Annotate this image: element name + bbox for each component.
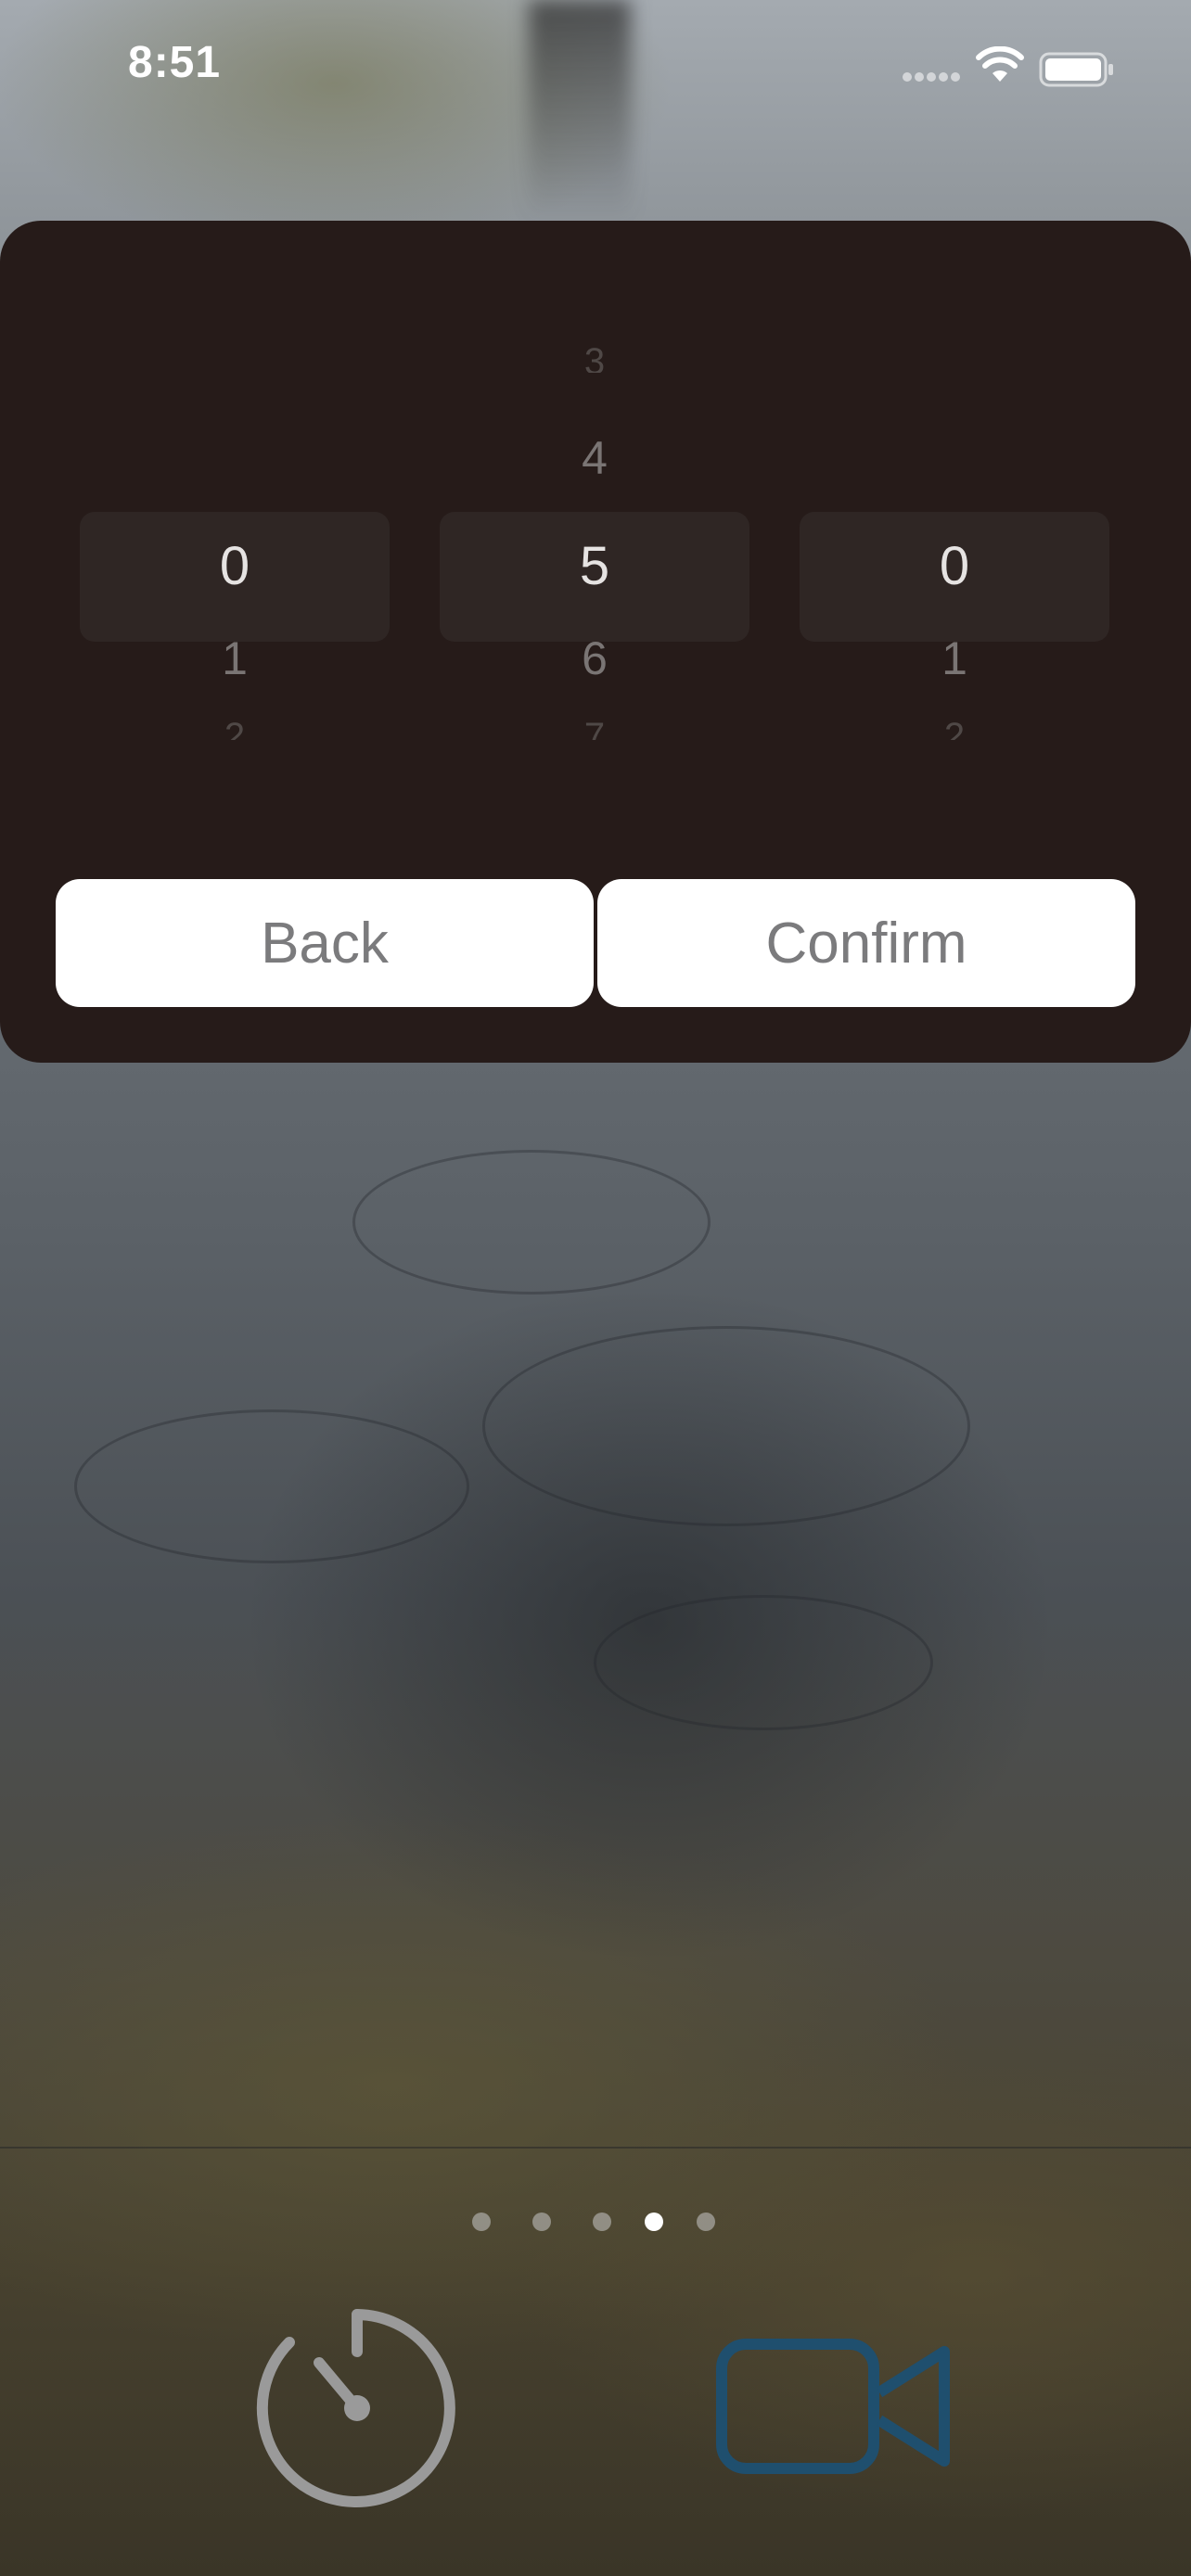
battery-icon	[1039, 52, 1113, 87]
page-indicator[interactable]	[0, 2213, 1191, 2235]
picker-value-above-2: 3	[583, 341, 606, 373]
timer-icon[interactable]	[252, 2303, 462, 2513]
video-camera-icon[interactable]	[714, 2337, 955, 2476]
picker-value-selected[interactable]: 0	[80, 534, 390, 599]
picker-value-selected[interactable]: 0	[800, 534, 1109, 599]
picker-value-below-1[interactable]: 6	[440, 631, 749, 686]
page-dot[interactable]	[697, 2213, 715, 2231]
picker-value-below-2: 2	[943, 716, 966, 740]
picker-value-above-2	[800, 341, 1109, 373]
page-dot[interactable]	[532, 2213, 551, 2231]
page-dot[interactable]	[593, 2213, 611, 2231]
status-bar: 8:51	[0, 0, 1191, 130]
picker-value-above-1[interactable]: 4	[440, 430, 749, 486]
background-ripple	[352, 1150, 711, 1294]
signal-icon	[903, 72, 960, 82]
picker-value-selected[interactable]: 5	[440, 534, 749, 599]
back-button[interactable]: Back	[56, 879, 594, 1007]
picker-value-below-1[interactable]: 1	[800, 631, 1109, 686]
background-ripple	[594, 1595, 933, 1730]
time-picker-panel: 0 1 2 3 4 5 6 7 0 1 2 Back Confirm	[0, 221, 1191, 1063]
background-ripple	[482, 1326, 970, 1526]
picker-value-below-2: 2	[224, 716, 246, 740]
picker-value-above-2	[80, 341, 390, 373]
picker-value-below-2: 7	[583, 716, 606, 740]
background-ripple	[74, 1409, 469, 1563]
page-dot[interactable]	[472, 2213, 491, 2231]
picker-value-below-1[interactable]: 1	[80, 631, 390, 686]
bottom-divider	[0, 2147, 1191, 2149]
confirm-button[interactable]: Confirm	[597, 879, 1135, 1007]
wifi-icon	[976, 46, 1024, 82]
page-dot-active[interactable]	[645, 2213, 663, 2231]
status-time: 8:51	[128, 38, 222, 87]
